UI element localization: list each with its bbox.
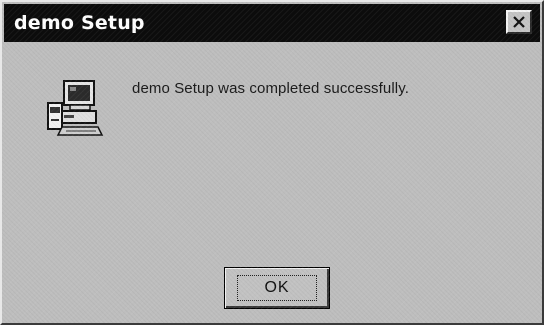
ok-button-label: OK bbox=[264, 279, 290, 296]
close-button[interactable] bbox=[506, 10, 532, 34]
ok-button[interactable]: OK bbox=[224, 267, 330, 309]
dialog-body: demo Setup was completed successfully. O… bbox=[2, 42, 542, 323]
title-bar[interactable]: demo Setup bbox=[4, 4, 540, 42]
focus-rectangle: OK bbox=[237, 275, 317, 301]
computer-setup-icon bbox=[44, 75, 108, 139]
completion-message: demo Setup was completed successfully. bbox=[132, 80, 409, 97]
setup-dialog-window: demo Setup demo Setup was completed succ… bbox=[0, 0, 544, 325]
window-title: demo Setup bbox=[14, 12, 145, 34]
close-icon bbox=[512, 16, 526, 28]
